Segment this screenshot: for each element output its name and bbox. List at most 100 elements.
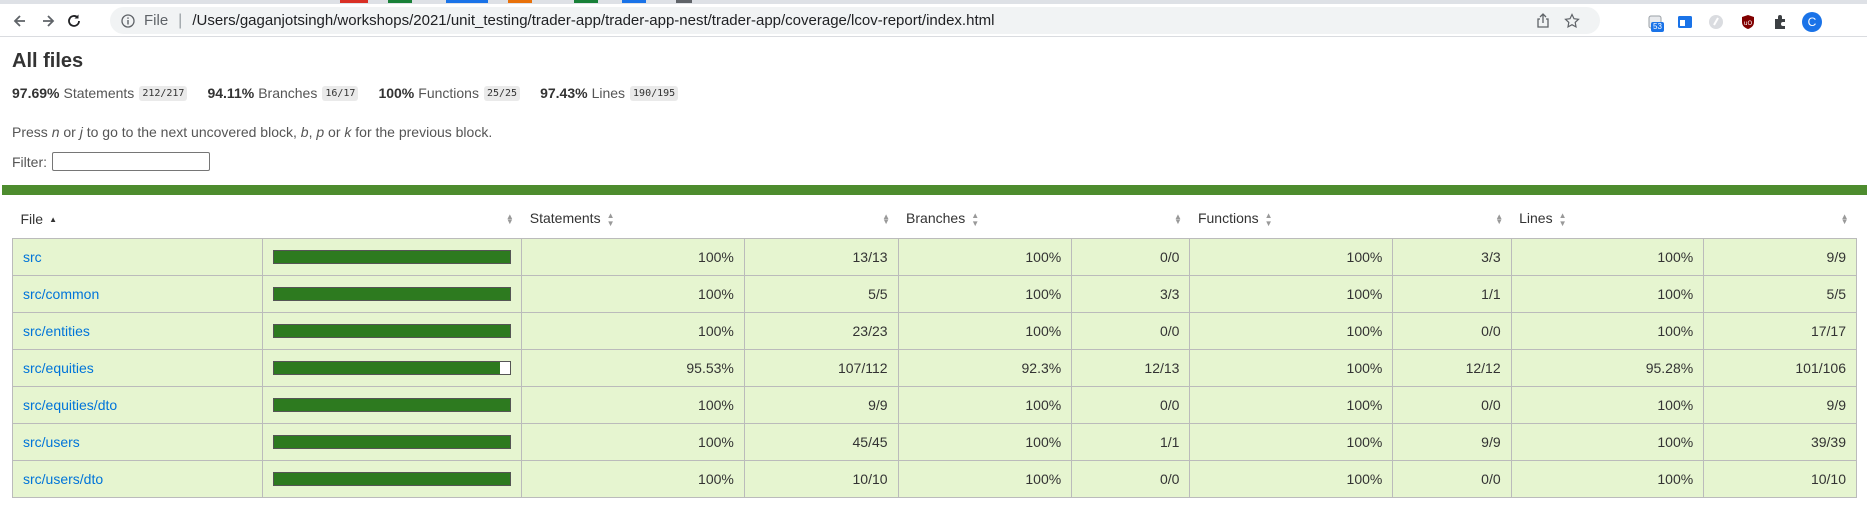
coverage-bar-fill	[274, 436, 511, 448]
filter-label: Filter:	[12, 153, 47, 170]
header-label: Lines	[1519, 210, 1553, 227]
lines-fraction: 9/9	[1703, 386, 1857, 424]
statements-fraction: 45/45	[743, 423, 899, 461]
header-statements-raw[interactable]: ▲ ▼	[744, 200, 898, 239]
coverage-bar-fill	[274, 399, 511, 411]
coverage-bar-cell	[262, 238, 523, 276]
summary-pct: 97.69%	[12, 85, 60, 101]
table-row: src/entities 100% 23/23 100% 0/0 100% 0/0 100% 1…	[11, 312, 1857, 350]
file-cell: src/equities	[11, 349, 264, 387]
extension-window-icon[interactable]	[1675, 12, 1695, 32]
puzzle-icon[interactable]	[1770, 12, 1790, 32]
file-link[interactable]: src/equities	[23, 360, 94, 376]
hint-key: b	[300, 124, 309, 140]
statements-fraction: 13/13	[743, 238, 899, 276]
ublock-icon[interactable]: uO	[1738, 12, 1758, 32]
file-link[interactable]: src/entities	[23, 323, 90, 339]
statements-pct: 95.53%	[521, 349, 745, 387]
table-row: src/equities 95.53% 107/112 92.3% 12/13 100% 1…	[11, 349, 1857, 387]
header-statements[interactable]: Statements ▲ ▼	[522, 200, 745, 239]
forward-arrow-icon	[43, 15, 55, 27]
share-icon[interactable]	[1536, 7, 1550, 34]
keyboard-hint: Press n or j to go to the next uncovered…	[12, 124, 492, 140]
header-lines-raw[interactable]: ▲ ▼	[1704, 200, 1857, 239]
lines-pct: 100%	[1510, 460, 1705, 498]
sort-icon: ▲ ▼	[505, 212, 514, 226]
table-row: src 100% 13/13 100% 0/0 100% 3/3 100% 9/9	[11, 238, 1857, 276]
coverage-bar-cell	[262, 460, 523, 498]
file-link[interactable]: src/common	[23, 286, 99, 302]
page-title: All files	[12, 50, 84, 72]
summary-label: Lines	[591, 85, 626, 101]
browser-toolbar: File | /Users/gaganjotsingh/workshops/20…	[0, 4, 1867, 37]
hint-text: or	[324, 124, 345, 140]
lines-fraction: 39/39	[1703, 423, 1857, 461]
functions-fraction: 0/0	[1392, 460, 1512, 498]
header-branches[interactable]: Branches ▲ ▼	[898, 200, 1072, 239]
statements-pct: 100%	[521, 460, 745, 498]
sort-icon: ▲ ▼	[1174, 212, 1182, 226]
functions-pct: 100%	[1189, 386, 1394, 424]
profile-avatar[interactable]: C	[1802, 12, 1822, 32]
back-button[interactable]	[8, 9, 32, 33]
branches-fraction: 0/0	[1071, 312, 1191, 350]
header-file-bar[interactable]: ▲ ▼	[263, 200, 522, 239]
header-label: Branches	[906, 210, 966, 227]
summary-label: Functions	[418, 85, 479, 101]
coverage-bar-fill	[274, 325, 511, 337]
table-header-row: File ▲ ▲ ▼ Statements ▲ ▼ ▲ ▼ Branches ▲ ▼ ▲ ▼ F…	[13, 200, 1857, 239]
header-lines[interactable]: Lines ▲ ▼	[1511, 200, 1704, 239]
forward-button[interactable]	[36, 9, 60, 33]
filter-input[interactable]	[52, 152, 210, 171]
branches-pct: 100%	[897, 386, 1073, 424]
summary-pct: 97.43%	[540, 85, 588, 101]
header-functions[interactable]: Functions ▲ ▼	[1190, 200, 1393, 239]
coverage-bar-cell	[262, 275, 523, 313]
file-link[interactable]: src	[23, 249, 42, 265]
coverage-bar-cell	[262, 349, 523, 387]
extension-grey-icon[interactable]	[1706, 12, 1726, 32]
reload-button[interactable]	[62, 9, 86, 33]
file-cell: src/users	[11, 423, 264, 461]
lines-fraction: 9/9	[1703, 238, 1857, 276]
functions-fraction: 9/9	[1392, 423, 1512, 461]
info-icon[interactable]	[120, 13, 136, 29]
sort-icon: ▲ ▼	[1264, 210, 1273, 228]
functions-fraction: 3/3	[1392, 238, 1512, 276]
lines-pct: 100%	[1510, 423, 1705, 461]
functions-pct: 100%	[1189, 275, 1394, 313]
summary-fraction: 190/195	[630, 85, 679, 101]
url-scheme: File	[144, 12, 169, 29]
header-label: Statements	[529, 210, 601, 227]
file-cell: src/equities/dto	[11, 386, 264, 424]
url-text[interactable]: /Users/gaganjotsingh/workshops/2021/unit…	[192, 12, 994, 29]
header-label: File	[20, 211, 44, 227]
extension-calendar-icon[interactable]: 53	[1645, 12, 1665, 32]
lines-pct: 100%	[1510, 238, 1705, 276]
lines-pct: 100%	[1510, 275, 1705, 313]
statements-pct: 100%	[521, 238, 745, 276]
header-branches-raw[interactable]: ▲ ▼	[1072, 200, 1190, 239]
lines-fraction: 101/106	[1703, 349, 1857, 387]
sort-icon: ▲ ▼	[1558, 210, 1567, 228]
branches-fraction: 0/0	[1071, 238, 1191, 276]
filter-group: Filter:	[12, 152, 210, 171]
file-link[interactable]: src/equities/dto	[23, 397, 117, 413]
header-functions-raw[interactable]: ▲ ▼	[1393, 200, 1511, 239]
lines-pct: 100%	[1510, 386, 1705, 424]
functions-pct: 100%	[1189, 349, 1394, 387]
address-bar[interactable]: File | /Users/gaganjotsingh/workshops/20…	[110, 7, 1600, 34]
branches-fraction: 0/0	[1071, 386, 1191, 424]
branches-pct: 92.3%	[897, 349, 1073, 387]
summary-lines: 97.43% Lines 190/195	[540, 85, 679, 101]
coverage-bar-fill	[274, 473, 511, 485]
functions-pct: 100%	[1189, 423, 1394, 461]
summary-label: Statements	[63, 85, 135, 101]
branches-pct: 100%	[897, 460, 1073, 498]
header-file[interactable]: File ▲	[13, 200, 263, 239]
bookmark-star-icon[interactable]	[1564, 7, 1580, 34]
file-link[interactable]: src/users/dto	[23, 471, 103, 487]
coverage-bar	[273, 324, 512, 338]
file-link[interactable]: src/users	[23, 434, 80, 450]
file-cell: src/entities	[11, 312, 264, 350]
